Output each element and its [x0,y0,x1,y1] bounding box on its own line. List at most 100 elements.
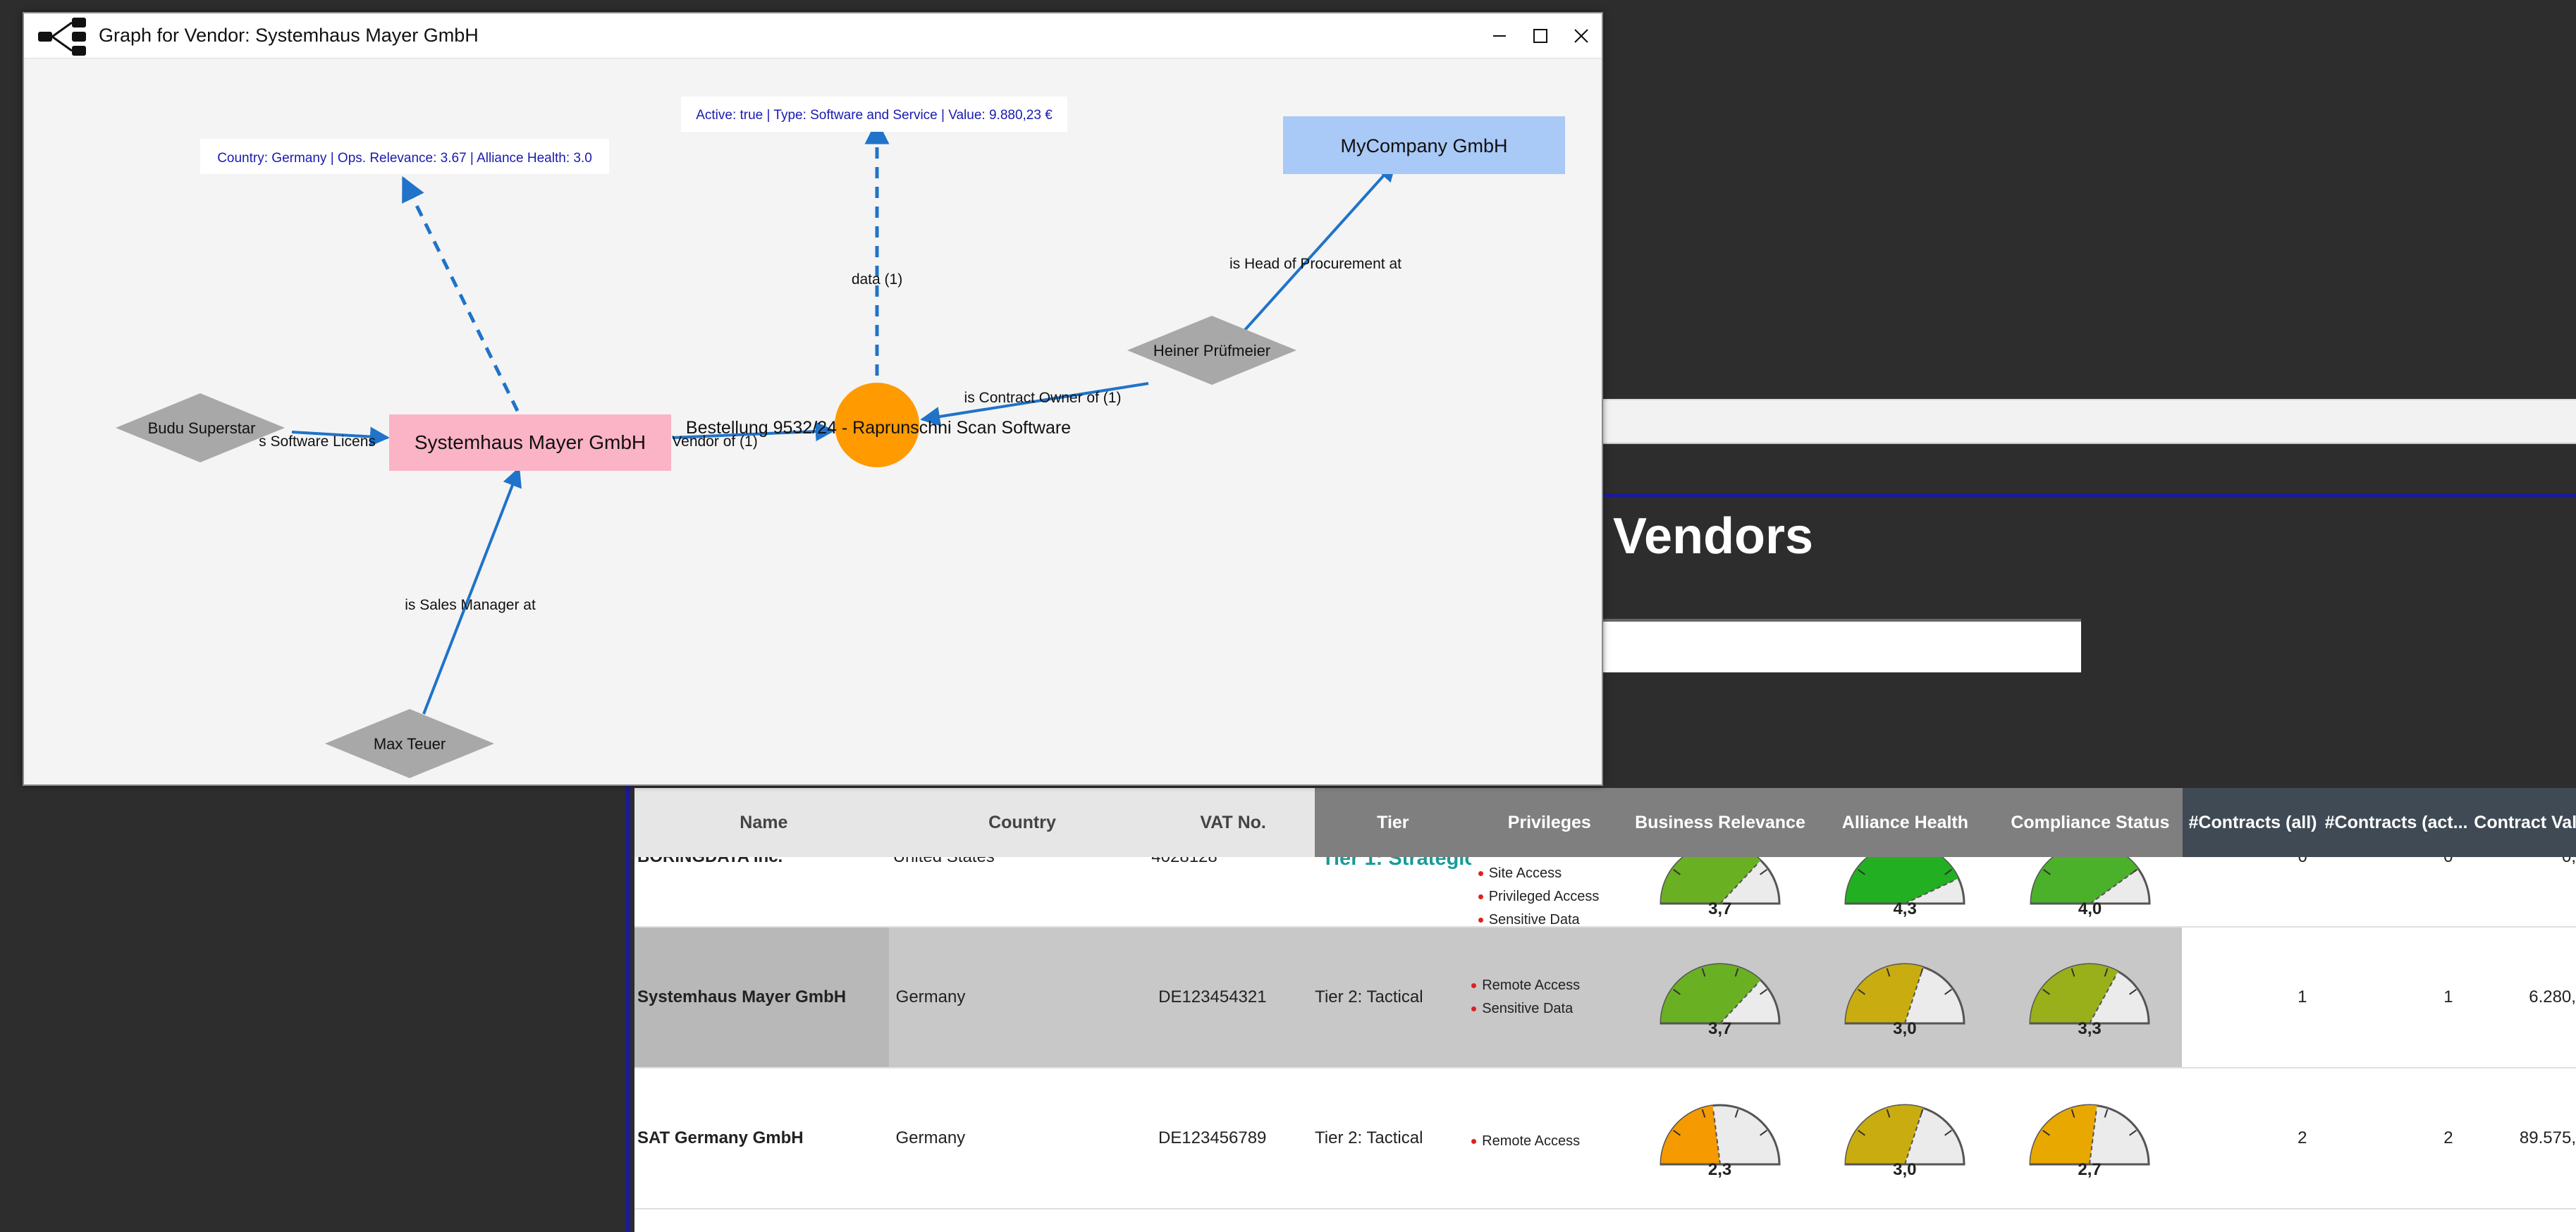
order-info-box[interactable]: Active: true | Type: Software and Servic… [681,97,1067,132]
vendor-privileges: Site Access Privileged Access Sensitive … [1471,857,1628,926]
column-header-privileges[interactable]: Privileges [1471,788,1628,857]
graph-window[interactable]: Graph for Vendor: Systemhaus Mayer GmbH [23,12,1603,786]
close-button[interactable] [1561,13,1602,58]
node-budu[interactable]: Budu Superstar [116,393,285,462]
vendor-table: Name Country VAT No. Tier Privileges Bus… [634,788,2576,1232]
vendor-tier: Tier 1: Strategic [1315,857,1471,926]
column-header-name[interactable]: Name [634,788,893,857]
privilege-label: Remote Access [1482,1133,1581,1149]
vendor-privileges: Remote Access [1464,1068,1627,1208]
gauge-chart: 3,7 [1655,959,1785,1038]
vendor-country: United States [893,857,1152,926]
column-header-contracts-active[interactable]: #Contracts (act... [2322,788,2470,857]
contracts-all: 1 [2182,928,2323,1067]
privilege-item: Sensitive Data [1471,1001,1580,1017]
compliance-status-gauge: 4,0 [1997,857,2182,926]
window-controls [1479,13,1602,58]
vendor-name: SAT Germany GmbH [637,1128,804,1147]
column-header-compliance-status[interactable]: Compliance Status [1997,788,2183,857]
vendor-country-text: United States [893,857,995,867]
vendor-privileges: Remote Access Sensitive Data [1464,928,1627,1067]
privilege-item: Remote Access [1471,978,1580,994]
gauge-chart: 2,3 [1655,1099,1785,1179]
bullet-icon [1471,983,1477,988]
gauge-chart: 3,0 [1840,1099,1970,1179]
vendor-vat: 4028128 [1151,857,1315,926]
column-header-alliance-health[interactable]: Alliance Health [1813,788,1998,857]
minimize-button[interactable] [1479,13,1520,58]
close-icon [1574,29,1588,43]
gauge-value: 3,7 [1708,899,1732,918]
gauge-chart: 4,3 [1840,857,1970,918]
edge-sales-manager[interactable] [422,467,522,715]
contracts-active-text: 0 [2443,857,2462,867]
node-heiner-label: Heiner Prüfmeier [1153,342,1270,359]
gauge-value: 2,7 [2078,1160,2102,1179]
privilege-label: Site Access [1488,865,1562,881]
node-max-label: Max Teuer [374,735,446,753]
window-titlebar[interactable]: Graph for Vendor: Systemhaus Mayer GmbH [24,13,1602,58]
vendor-country: Germany [895,1128,966,1147]
gauge-chart: 2,7 [2025,1099,2154,1179]
table-row[interactable]: BORINGDATA Inc. United States 4028128 Ti… [634,857,2576,928]
vendor-name: BORINGDATA Inc. [634,857,893,926]
bullet-icon [1478,917,1483,923]
contracts-all: 0 [2183,857,2323,926]
contracts-active: 0 [2323,857,2470,926]
node-budu-label: Budu Superstar [148,419,256,437]
bullet-icon [1478,870,1483,876]
gauge-chart: 4,0 [2025,857,2155,918]
contracts-all: 2 [2298,1128,2307,1147]
table-header: Name Country VAT No. Tier Privileges Bus… [634,788,2576,857]
edge-label-head-procurement: is Head of Procurement at [1229,256,1402,272]
vendor-tier: Tier 2: Tactical [1315,987,1423,1006]
table-row-selected[interactable]: Systemhaus Mayer GmbH Germany DE12345432… [634,928,2576,1068]
node-company[interactable]: MyCompany GmbH [1283,116,1565,174]
node-vendor[interactable]: Systemhaus Mayer GmbH [389,414,671,471]
bullet-icon [1471,1138,1477,1144]
column-header-business-relevance[interactable]: Business Relevance [1627,788,1813,857]
column-header-vat[interactable]: VAT No. [1151,788,1315,857]
bullet-icon [1478,894,1483,899]
background-toolbar-strip [1600,399,2576,444]
maximize-button[interactable] [1520,13,1561,58]
privilege-item: Site Access [1478,866,1600,882]
edge-vendor-info[interactable] [401,175,520,412]
search-input[interactable] [1602,619,2081,672]
contract-value-text: 0, [2562,857,2576,867]
table-left-border [626,782,630,1232]
column-header-tier[interactable]: Tier [1314,788,1471,857]
graph-app-icon [38,17,86,56]
column-header-contracts-all[interactable]: #Contracts (all) [2183,788,2323,857]
privilege-label: Sensitive Data [1488,911,1580,927]
contracts-all-text: 0 [2298,857,2315,867]
page-title: Vendors [1613,508,1814,565]
privilege-label: Sensitive Data [1482,1001,1574,1016]
privilege-label: Privileged Access [1488,888,1600,904]
business-relevance-gauge: 3,7 [1628,928,1813,1067]
gauge-value: 3,3 [2078,1019,2102,1038]
node-heiner[interactable]: Heiner Prüfmeier [1127,316,1296,385]
gauge-value: 3,7 [1707,1019,1732,1038]
privilege-item: Sensitive Data [1478,911,1600,927]
column-header-contract-value[interactable]: Contract Valu [2470,788,2576,857]
graph-canvas[interactable]: data (1) is Head of Procurement at is Co… [24,58,1602,784]
gauge-chart: 3,0 [1840,959,1970,1038]
vendor-info-box[interactable]: Country: Germany | Ops. Relevance: 3.67 … [200,139,609,174]
background-divider [1600,493,2576,497]
column-header-country[interactable]: Country [893,788,1152,857]
gauge-value: 3,0 [1893,1160,1917,1179]
compliance-status-gauge: 3,3 [1997,928,2182,1067]
contracts-active: 2 [2443,1128,2453,1147]
vendor-tier-text: Tier 1: Strategic [1321,857,1471,870]
node-vendor-label: Systemhaus Mayer GmbH [415,431,646,453]
node-max[interactable]: Max Teuer [325,709,494,778]
vendor-info-text: Country: Germany | Ops. Relevance: 3.67 … [217,151,592,166]
gauge-fill [2030,1105,2097,1164]
table-row[interactable]: SAT Germany GmbH Germany DE123456789 Tie… [634,1068,2576,1209]
gauge-chart: 3,7 [1655,857,1785,918]
edge-label-contract-owner: is Contract Owner of (1) [964,390,1122,406]
contracts-active: 1 [2322,928,2470,1067]
business-relevance-gauge: 2,3 [1627,1068,1812,1208]
contract-value: 89.575, [2519,1128,2576,1147]
